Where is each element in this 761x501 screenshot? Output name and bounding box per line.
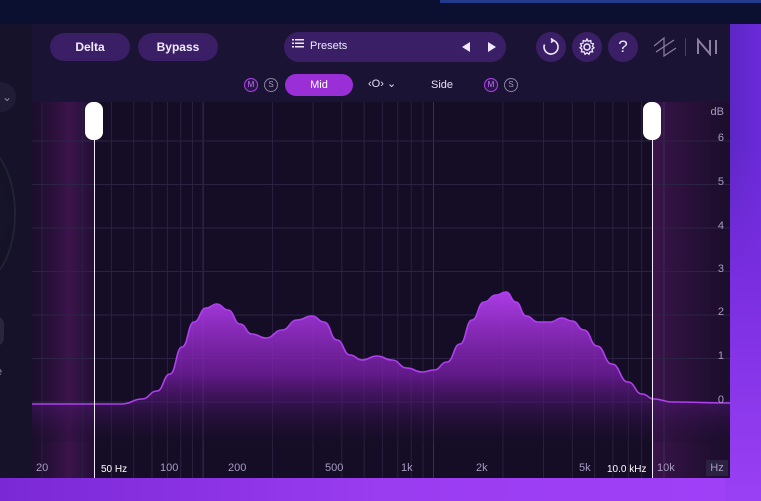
side-solo-badge[interactable]: S xyxy=(504,78,518,92)
low-cut-line xyxy=(94,122,95,478)
delta-button[interactable]: Delta xyxy=(50,33,130,61)
next-preset-icon[interactable] xyxy=(488,42,496,52)
db-tick-label: 6 xyxy=(717,132,724,144)
freq-tick-label: 20 xyxy=(36,462,49,474)
link-icon: ‹O› xyxy=(368,78,384,90)
eq-graph[interactable]: dB 6 5 4 3 2 1 0 20 100 200 500 1k 2k 5k… xyxy=(32,102,730,478)
mid-mute-badge[interactable]: M xyxy=(244,78,258,92)
db-unit-label: dB xyxy=(710,106,724,118)
low-cut-handle[interactable] xyxy=(85,102,103,140)
logo-divider xyxy=(685,38,686,56)
left-knob[interactable] xyxy=(0,144,16,284)
db-tick-label: 4 xyxy=(717,220,724,232)
freq-tick-label: 5k xyxy=(579,462,591,474)
high-cut-line xyxy=(652,122,653,478)
link-mode-dropdown[interactable]: ‹O› ⌄ xyxy=(368,77,396,90)
side-button[interactable]: Side xyxy=(431,79,453,91)
freq-tick-label: 100 xyxy=(160,462,179,474)
high-cut-handle[interactable] xyxy=(643,102,661,140)
db-tick-label: 3 xyxy=(717,263,724,275)
background-glow-bottom xyxy=(0,475,761,501)
undo-history-button[interactable] xyxy=(536,32,566,62)
chevron-down-icon: ⌄ xyxy=(386,78,397,90)
plugin-window: Delta Bypass Presets ? M S Mid ‹O› ⌄ Sid… xyxy=(32,24,730,478)
history-icon xyxy=(543,38,559,55)
gear-icon xyxy=(578,38,596,56)
mid-button[interactable]: Mid xyxy=(285,74,353,96)
bypass-button[interactable]: Bypass xyxy=(138,33,218,61)
high-cut-frequency-label: 10.0 kHz xyxy=(607,464,647,475)
db-tick-label: 1 xyxy=(717,350,724,362)
freq-tick-label: 500 xyxy=(325,462,344,474)
background-glow-right xyxy=(725,140,761,501)
db-tick-label: 2 xyxy=(717,306,724,318)
side-mute-badge[interactable]: M xyxy=(484,78,498,92)
freq-tick-label: 200 xyxy=(228,462,247,474)
presets-bar[interactable]: Presets xyxy=(284,32,506,62)
db-tick-label: 0 xyxy=(717,394,724,406)
hz-unit-label: Hz xyxy=(706,460,728,476)
left-panel-label: e xyxy=(0,366,2,378)
chevron-down-icon[interactable]: ⌄ xyxy=(0,82,16,112)
freq-tick-label: 1k xyxy=(401,462,413,474)
mid-solo-badge[interactable]: S xyxy=(264,78,278,92)
freq-tick-label: 10k xyxy=(657,462,675,474)
db-tick-label: 5 xyxy=(717,176,724,188)
presets-label: Presets xyxy=(310,40,348,52)
left-side-panel: ⌄ e xyxy=(0,24,32,478)
izotope-logo-icon xyxy=(653,36,677,58)
plugin-header: Delta Bypass Presets ? M S Mid ‹O› ⌄ Sid… xyxy=(32,24,730,96)
previous-preset-icon[interactable] xyxy=(462,42,470,52)
settings-button[interactable] xyxy=(572,32,602,62)
window-top-accent xyxy=(440,0,761,3)
window-top-strip xyxy=(0,0,761,24)
help-button[interactable]: ? xyxy=(608,32,638,62)
eq-graph-canvas xyxy=(32,102,730,478)
low-cut-frequency-label: 50 Hz xyxy=(101,464,128,475)
left-slider-handle[interactable] xyxy=(0,316,4,346)
freq-tick-label: 2k xyxy=(476,462,488,474)
list-icon xyxy=(292,39,304,48)
native-instruments-logo-icon xyxy=(697,38,717,56)
